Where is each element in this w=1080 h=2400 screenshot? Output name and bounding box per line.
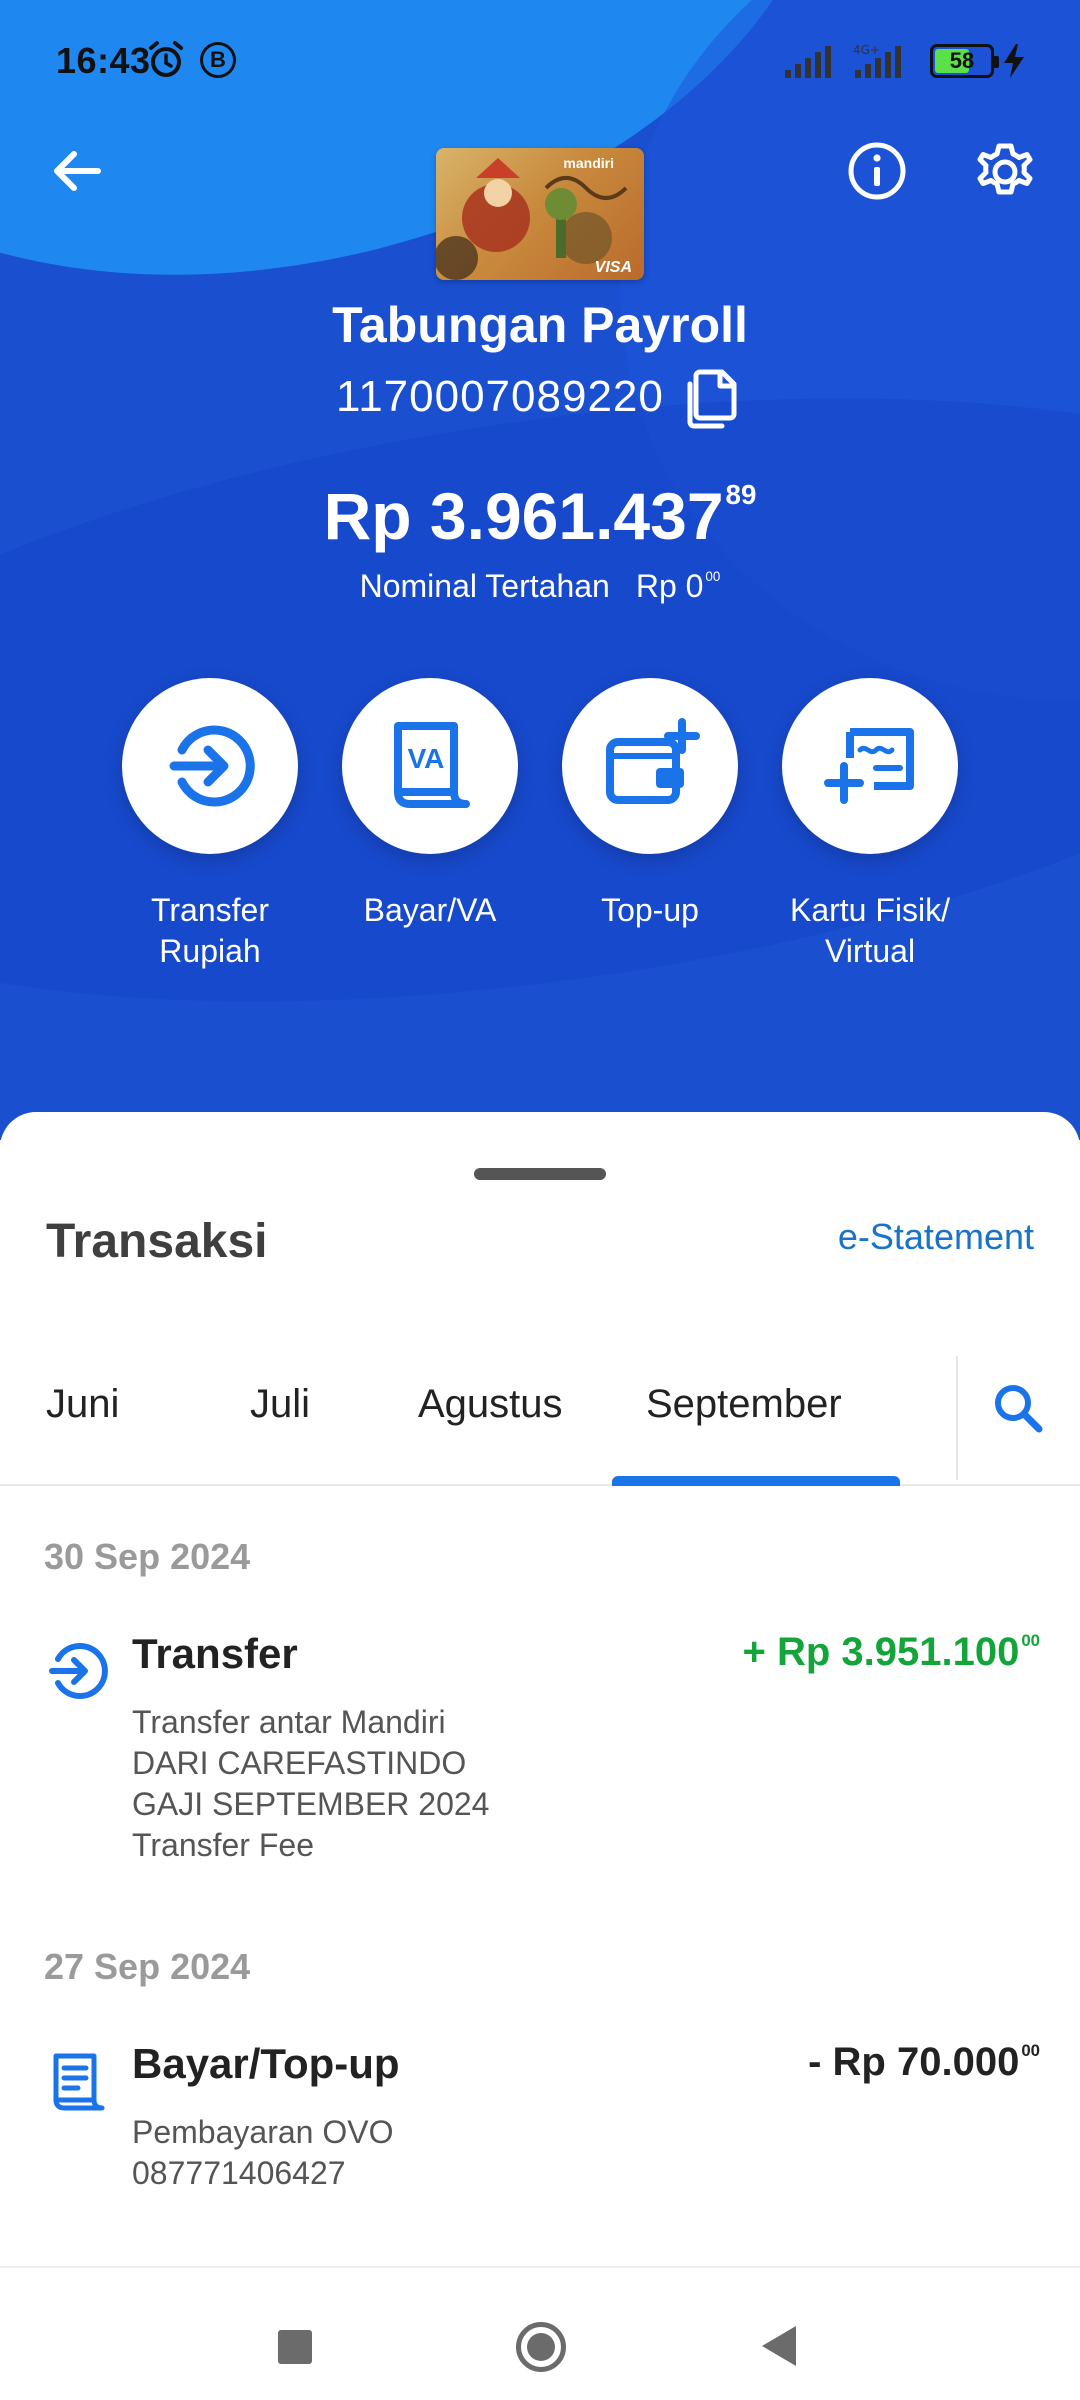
balance-cents: 89	[725, 479, 757, 511]
wallet-topup-icon	[606, 718, 700, 804]
kartu-fisik-virtual-button[interactable]: Kartu Fisik/Virtual	[760, 678, 980, 972]
e-statement-link[interactable]: e-Statement	[838, 1216, 1034, 1258]
action-circle[interactable]	[122, 678, 298, 854]
b-badge-icon: B	[200, 42, 236, 78]
hold-amount-row: Nominal Tertahan Rp 0 00	[0, 568, 1080, 605]
transaction-date: 30 Sep 2024	[44, 1536, 251, 1577]
hold-label: Nominal Tertahan	[359, 568, 610, 604]
month-tabs: Juni Juli Agustus September	[0, 1322, 1080, 1486]
tab-september[interactable]: September	[646, 1382, 842, 1427]
tab-agustus[interactable]: Agustus	[418, 1382, 563, 1427]
home-button[interactable]	[516, 2322, 566, 2372]
svg-text:VA: VA	[408, 743, 445, 774]
action-circle[interactable]	[562, 678, 738, 854]
account-number: 1170007089220	[336, 372, 664, 421]
balance-amount: Rp 3.961.437	[323, 479, 724, 553]
card-bank-logo: mandiri	[563, 155, 614, 171]
battery-icon: 58	[930, 44, 999, 78]
sheet-drag-handle[interactable]	[474, 1168, 606, 1180]
info-icon[interactable]	[846, 140, 908, 202]
transfer-icon	[169, 725, 255, 807]
transfer-icon	[49, 1643, 108, 1699]
action-label: Bayar/VA	[363, 892, 497, 928]
account-balance: Rp 3.961.43789	[0, 478, 1080, 554]
transfer-rupiah-button[interactable]: Transfer Rupiah	[100, 678, 320, 972]
bayar-va-button[interactable]: VA Bayar/VA	[320, 678, 540, 931]
back-arrow-icon[interactable]	[46, 140, 108, 202]
tab-juni[interactable]: Juni	[46, 1382, 119, 1427]
tab-juli[interactable]: Juli	[250, 1382, 310, 1427]
transaction-amount: + Rp 3.951.100 00	[742, 1630, 1040, 1674]
transaction-amount: - Rp 70.000 00	[808, 2040, 1040, 2084]
signal-icon: 4G+	[785, 43, 901, 78]
hold-value: Rp 0	[635, 568, 704, 604]
tab-divider	[956, 1356, 958, 1480]
active-tab-indicator	[612, 1476, 900, 1486]
system-nav-bar	[0, 2266, 1080, 2400]
alarm-icon	[149, 41, 183, 77]
action-label: Top-up	[601, 892, 699, 928]
network-type: 4G+	[853, 43, 880, 57]
status-bar: 16:43 B 4G+ 58	[0, 0, 1080, 120]
status-time: 16:43	[56, 40, 151, 81]
transactions-sheet: Transaksi e-Statement Juni Juli Agustus …	[0, 1112, 1080, 2400]
transaction-date: 27 Sep 2024	[44, 1946, 251, 1987]
recent-apps-button[interactable]	[278, 2330, 312, 2364]
debit-card-image: mandiri VISA	[436, 148, 644, 280]
copy-icon[interactable]	[682, 368, 738, 430]
hold-cents: 00	[705, 568, 721, 584]
card-brand-logo: VISA	[595, 259, 632, 276]
transaction-description: Pembayaran OVO 087771406427	[132, 2114, 394, 2191]
account-header: 16:43 B 4G+ 58 mandiri VISA Tabungan Pay…	[0, 0, 1080, 1140]
card-add-icon	[824, 728, 914, 804]
transaction-title: Transfer	[132, 1630, 298, 1677]
system-back-button[interactable]	[762, 2326, 796, 2366]
transaction-title: Bayar/Top-up	[132, 2040, 400, 2087]
action-label: Kartu Fisik/Virtual	[789, 892, 951, 969]
settings-gear-icon[interactable]	[970, 136, 1040, 206]
action-label: Transfer Rupiah	[151, 892, 269, 969]
action-circle[interactable]	[782, 678, 958, 854]
account-name: Tabungan Payroll	[332, 297, 748, 353]
bill-icon	[53, 2053, 105, 2111]
va-bill-icon: VA	[394, 722, 470, 808]
top-up-button[interactable]: Top-up	[540, 678, 760, 931]
transaction-description: Transfer antar Mandiri DARI CAREFASTINDO…	[132, 1704, 490, 1863]
search-icon[interactable]	[990, 1380, 1046, 1436]
charging-icon	[1004, 44, 1024, 78]
action-circle[interactable]: VA	[342, 678, 518, 854]
section-title: Transaksi	[46, 1215, 268, 1268]
battery-level: 58	[949, 48, 975, 73]
